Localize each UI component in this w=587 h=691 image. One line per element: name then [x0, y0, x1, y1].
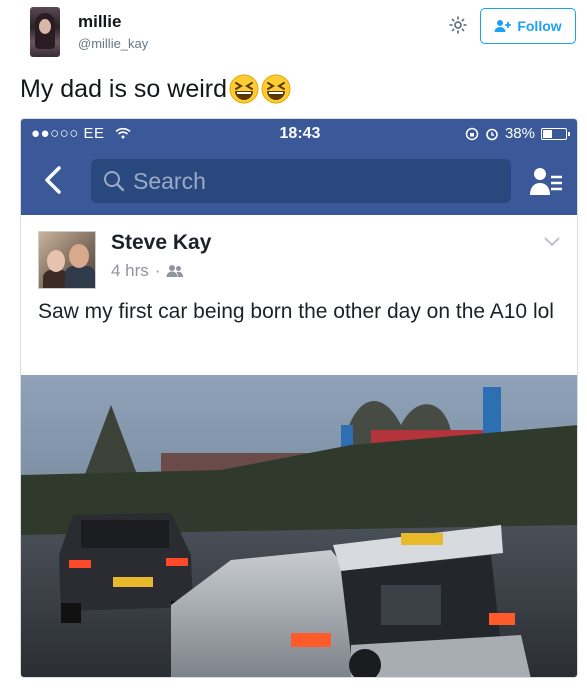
- embedded-screenshot[interactable]: ●●○○○ EE 18:43 38% Search Steve Kay 4 hr…: [20, 118, 578, 678]
- battery-fill: [543, 129, 553, 138]
- grinning-squinting-face-icon: [229, 74, 259, 104]
- tweet-header: millie @millie_kay Follow: [0, 0, 587, 64]
- friend-requests-icon[interactable]: [529, 165, 563, 197]
- chevron-down-icon[interactable]: [543, 235, 561, 247]
- status-right: 38%: [465, 125, 570, 142]
- back-chevron-icon[interactable]: [41, 164, 67, 196]
- tweet-text: My dad is so weird: [20, 74, 291, 104]
- battery-percent: 38%: [504, 125, 535, 142]
- search-icon: [104, 171, 125, 192]
- post-author[interactable]: Steve Kay: [111, 231, 211, 255]
- gear-icon-svg: [449, 16, 467, 34]
- facebook-post: Steve Kay 4 hrs · Saw my first car being…: [21, 215, 577, 375]
- flag: [483, 387, 501, 435]
- avatar[interactable]: [30, 7, 60, 57]
- avatar-person-2-body: [65, 266, 95, 288]
- tweet-text-content: My dad is so weird: [20, 74, 228, 103]
- post-author-avatar[interactable]: [38, 231, 96, 289]
- rotation-lock-icon: [465, 127, 479, 140]
- battery-icon: [541, 127, 570, 140]
- screen-name[interactable]: @millie_kay: [78, 36, 148, 51]
- friends-audience-icon[interactable]: [166, 264, 184, 278]
- avatar-face: [39, 19, 51, 34]
- post-photo[interactable]: [21, 375, 578, 678]
- alarm-icon: [486, 128, 498, 140]
- grinning-squinting-face-icon: [261, 74, 291, 104]
- gear-icon[interactable]: [448, 15, 468, 35]
- follow-label: Follow: [517, 18, 562, 34]
- avatar-person-2-face: [69, 244, 89, 268]
- avatar-person-1-face: [47, 250, 65, 272]
- post-text: Saw my first car being born the other da…: [38, 300, 554, 323]
- search-bar[interactable]: [91, 159, 511, 203]
- post-meta: 4 hrs ·: [111, 261, 184, 281]
- display-name[interactable]: millie: [78, 12, 121, 32]
- follow-button[interactable]: Follow: [480, 8, 576, 44]
- meta-separator: ·: [154, 261, 161, 280]
- add-user-icon: [494, 19, 512, 33]
- search-input[interactable]: [133, 167, 493, 195]
- post-time[interactable]: 4 hrs: [111, 261, 149, 281]
- facebook-top-bar: ●●○○○ EE 18:43 38%: [21, 119, 577, 215]
